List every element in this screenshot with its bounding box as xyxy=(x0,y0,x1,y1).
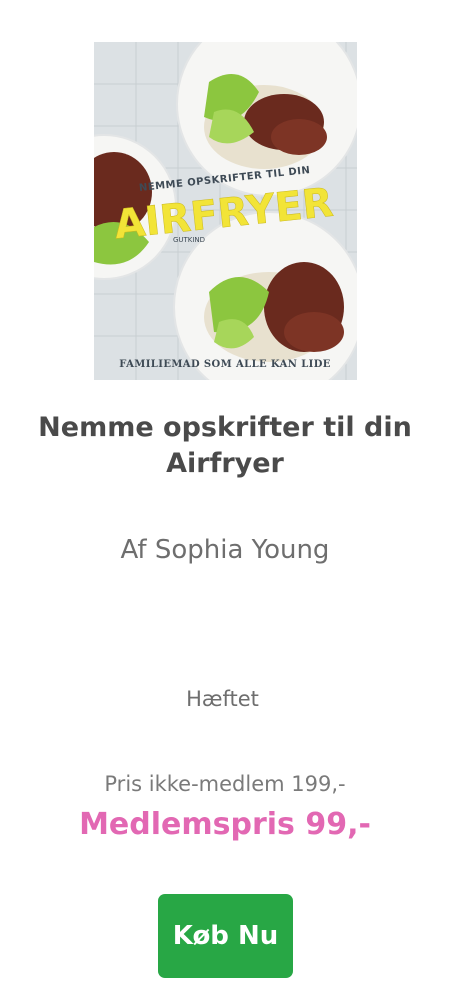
price-non-member: Pris ikke-medlem 199,- xyxy=(104,772,346,796)
buy-now-button[interactable]: Køb Nu xyxy=(158,894,293,978)
price-member: Medlemspris 99,- xyxy=(79,807,371,842)
cover-publisher-text: GUTKIND xyxy=(173,236,205,244)
cover-bottom-text: FAMILIEMAD SOM ALLE KAN LIDE xyxy=(119,359,331,370)
book-format: Hæftet xyxy=(186,687,259,711)
book-cover-image: NEMME OPSKRIFTER TIL DIN AIRFRYER GUTKIN… xyxy=(94,42,357,380)
book-title: Nemme opskrifter til din Airfryer xyxy=(38,412,412,479)
book-author: Af Sophia Young xyxy=(120,535,330,565)
